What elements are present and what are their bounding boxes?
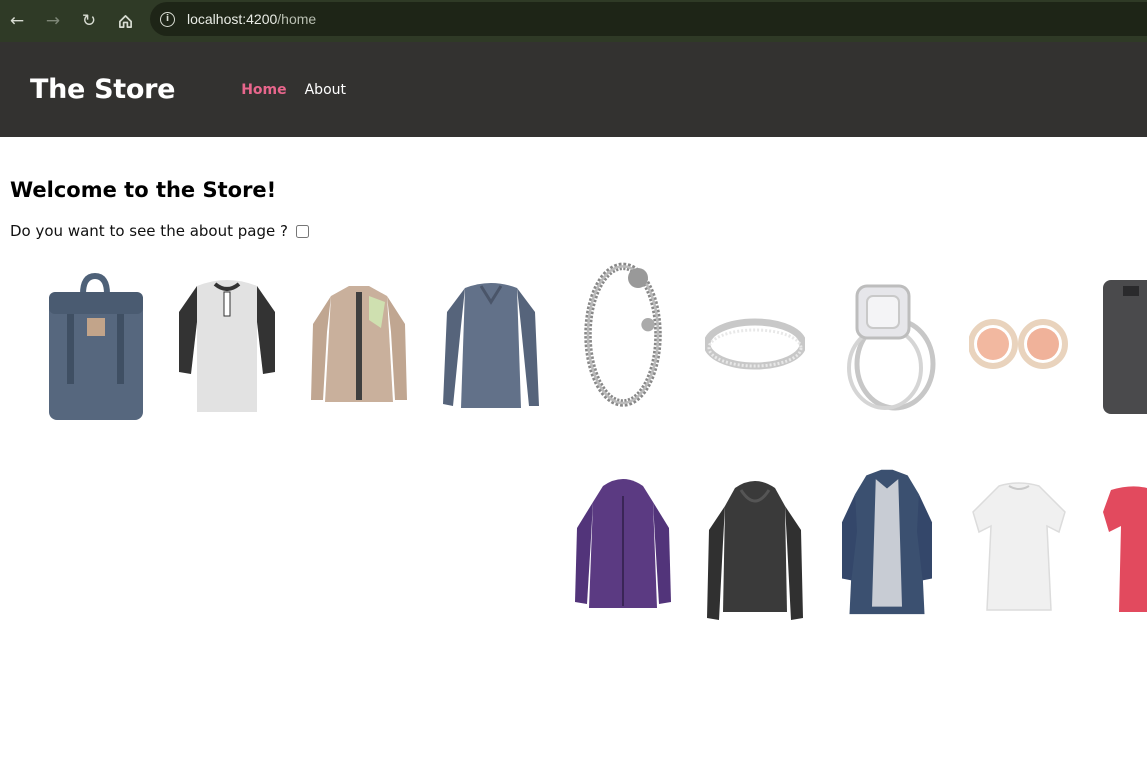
product-bracelet[interactable]	[573, 258, 673, 408]
product-white-top[interactable]	[969, 472, 1069, 622]
henley-shirt-icon	[179, 280, 275, 412]
product-pink-top[interactable]	[1101, 472, 1147, 622]
main-nav: Home About	[241, 82, 346, 98]
product-purple-jacket[interactable]	[573, 472, 673, 622]
long-sleeve-shirt-icon	[443, 283, 539, 408]
brand-title: The Store	[30, 74, 176, 105]
jacket-icon	[311, 286, 407, 402]
nav-home-link[interactable]: Home	[241, 82, 286, 98]
product-leather-jacket[interactable]	[705, 472, 805, 622]
product-hard-drive[interactable]	[1101, 272, 1147, 422]
address-bar[interactable]: i localhost:4200/home	[150, 2, 1147, 36]
ring-icon	[705, 318, 805, 370]
nav-about-link[interactable]: About	[305, 82, 346, 98]
engagement-ring-icon	[847, 284, 936, 411]
about-checkbox[interactable]	[295, 224, 309, 238]
url-text: localhost:4200/home	[187, 11, 317, 27]
rings-pair-icon	[969, 319, 1068, 369]
about-question-label: Do you want to see the about page ?	[10, 222, 288, 240]
product-ring[interactable]	[705, 272, 805, 422]
info-icon[interactable]: i	[160, 11, 175, 27]
product-jacket[interactable]	[309, 272, 409, 422]
white-top-icon	[972, 482, 1066, 611]
pink-top-icon	[1103, 486, 1147, 612]
product-henley-shirt[interactable]	[177, 272, 277, 422]
product-long-sleeve-shirt[interactable]	[441, 272, 541, 422]
hard-drive-icon	[1103, 280, 1147, 414]
bracelet-icon	[584, 262, 662, 407]
browser-toolbar: ← → ↻ i localhost:4200/home	[0, 0, 1147, 42]
denim-coat-icon	[842, 469, 932, 615]
product-denim-coat[interactable]	[837, 466, 937, 616]
about-question: Do you want to see the about page ?	[10, 222, 1147, 240]
product-rings-pair[interactable]	[969, 272, 1069, 422]
product-backpack[interactable]	[45, 272, 145, 422]
home-icon[interactable]	[107, 3, 143, 39]
purple-jacket-icon	[575, 479, 671, 608]
main-content: Welcome to the Store! Do you want to see…	[10, 137, 1147, 240]
backpack-icon	[49, 272, 143, 420]
reload-icon[interactable]: ↻	[71, 3, 107, 39]
back-icon[interactable]: ←	[0, 3, 35, 39]
leather-jacket-icon	[707, 481, 803, 620]
forward-icon[interactable]: →	[35, 3, 71, 39]
page-title: Welcome to the Store!	[10, 178, 277, 202]
app-header: The Store Home About	[0, 42, 1147, 137]
home-icon-shape	[118, 14, 132, 28]
product-engagement-ring[interactable]	[837, 272, 937, 422]
